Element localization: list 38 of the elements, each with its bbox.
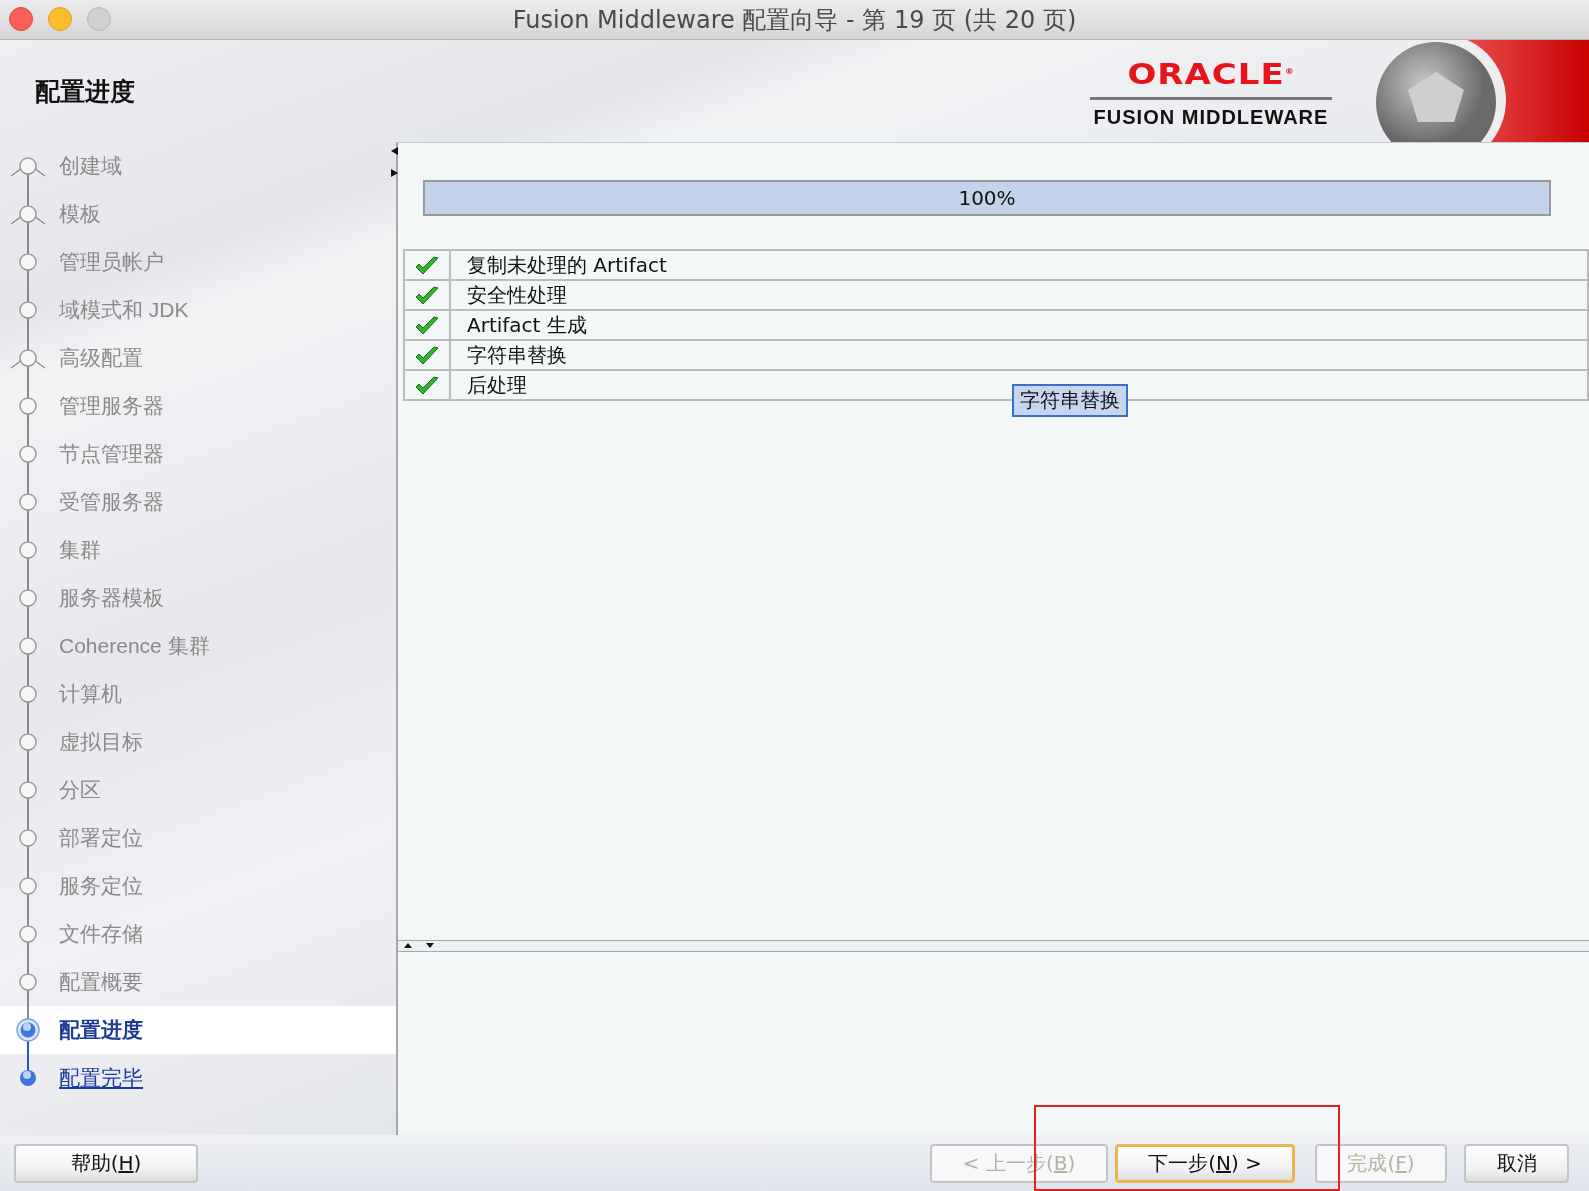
step-label[interactable]: 受管服务器 — [59, 488, 164, 516]
page-heading: 配置进度 — [35, 75, 136, 107]
step-label[interactable]: 管理服务器 — [59, 392, 164, 420]
collapse-down-icon[interactable] — [426, 942, 434, 949]
expand-right-icon[interactable] — [391, 169, 398, 177]
wizard-button[interactable]: 取消 — [1464, 1143, 1569, 1183]
step-link[interactable]: 配置完毕 — [59, 1064, 143, 1092]
step-label[interactable]: 配置概要 — [59, 968, 143, 996]
step-label[interactable]: 部署定位 — [59, 824, 143, 852]
step-label[interactable]: 服务器模板 — [59, 584, 164, 612]
product-name: FUSION MIDDLEWARE — [1092, 105, 1330, 129]
brand-wordmark: ORACLE$^{®}$ — [1126, 56, 1296, 90]
step-label[interactable]: 管理员帐户 — [59, 248, 164, 276]
collapse-left-icon[interactable] — [391, 147, 398, 155]
step-label[interactable]: 文件存储 — [59, 920, 143, 948]
step-label[interactable]: 分区 — [59, 776, 101, 804]
progress-reading: 100% — [957, 185, 1017, 212]
step-label[interactable]: 节点管理器 — [59, 440, 164, 468]
step-label[interactable]: 虚拟目标 — [59, 728, 143, 756]
step-label[interactable]: Coherence 集群 — [59, 632, 210, 660]
wizard-button[interactable]: 下一步(N) > — [1115, 1143, 1295, 1183]
task-cell: 复制未处理的 Artifact — [450, 250, 1588, 280]
help-button[interactable]: 帮助(H) — [14, 1143, 198, 1183]
step-label[interactable]: 配置进度 — [59, 1016, 143, 1044]
step-label[interactable]: 集群 — [59, 536, 101, 564]
expand-up-icon[interactable] — [404, 942, 412, 949]
step-label[interactable]: 高级配置 — [59, 344, 143, 372]
task-cell: 字符串替换 — [450, 340, 1588, 370]
step-label[interactable]: 服务定位 — [59, 872, 143, 900]
step-label[interactable]: 域模式和 JDK — [59, 296, 189, 324]
task-cell: Artifact 生成 — [450, 310, 1588, 340]
window-title: Fusion Middleware 配置向导 - 第 19 页 (共 20 页) — [512, 4, 1077, 36]
close-button[interactable] — [9, 7, 33, 31]
step-label[interactable]: 模板 — [59, 200, 101, 228]
step-label[interactable]: 计算机 — [59, 680, 122, 708]
tooltip: 字符串替换 — [1012, 384, 1128, 417]
step-label[interactable]: 创建域 — [59, 152, 122, 180]
task-cell: 安全性处理 — [450, 280, 1588, 310]
